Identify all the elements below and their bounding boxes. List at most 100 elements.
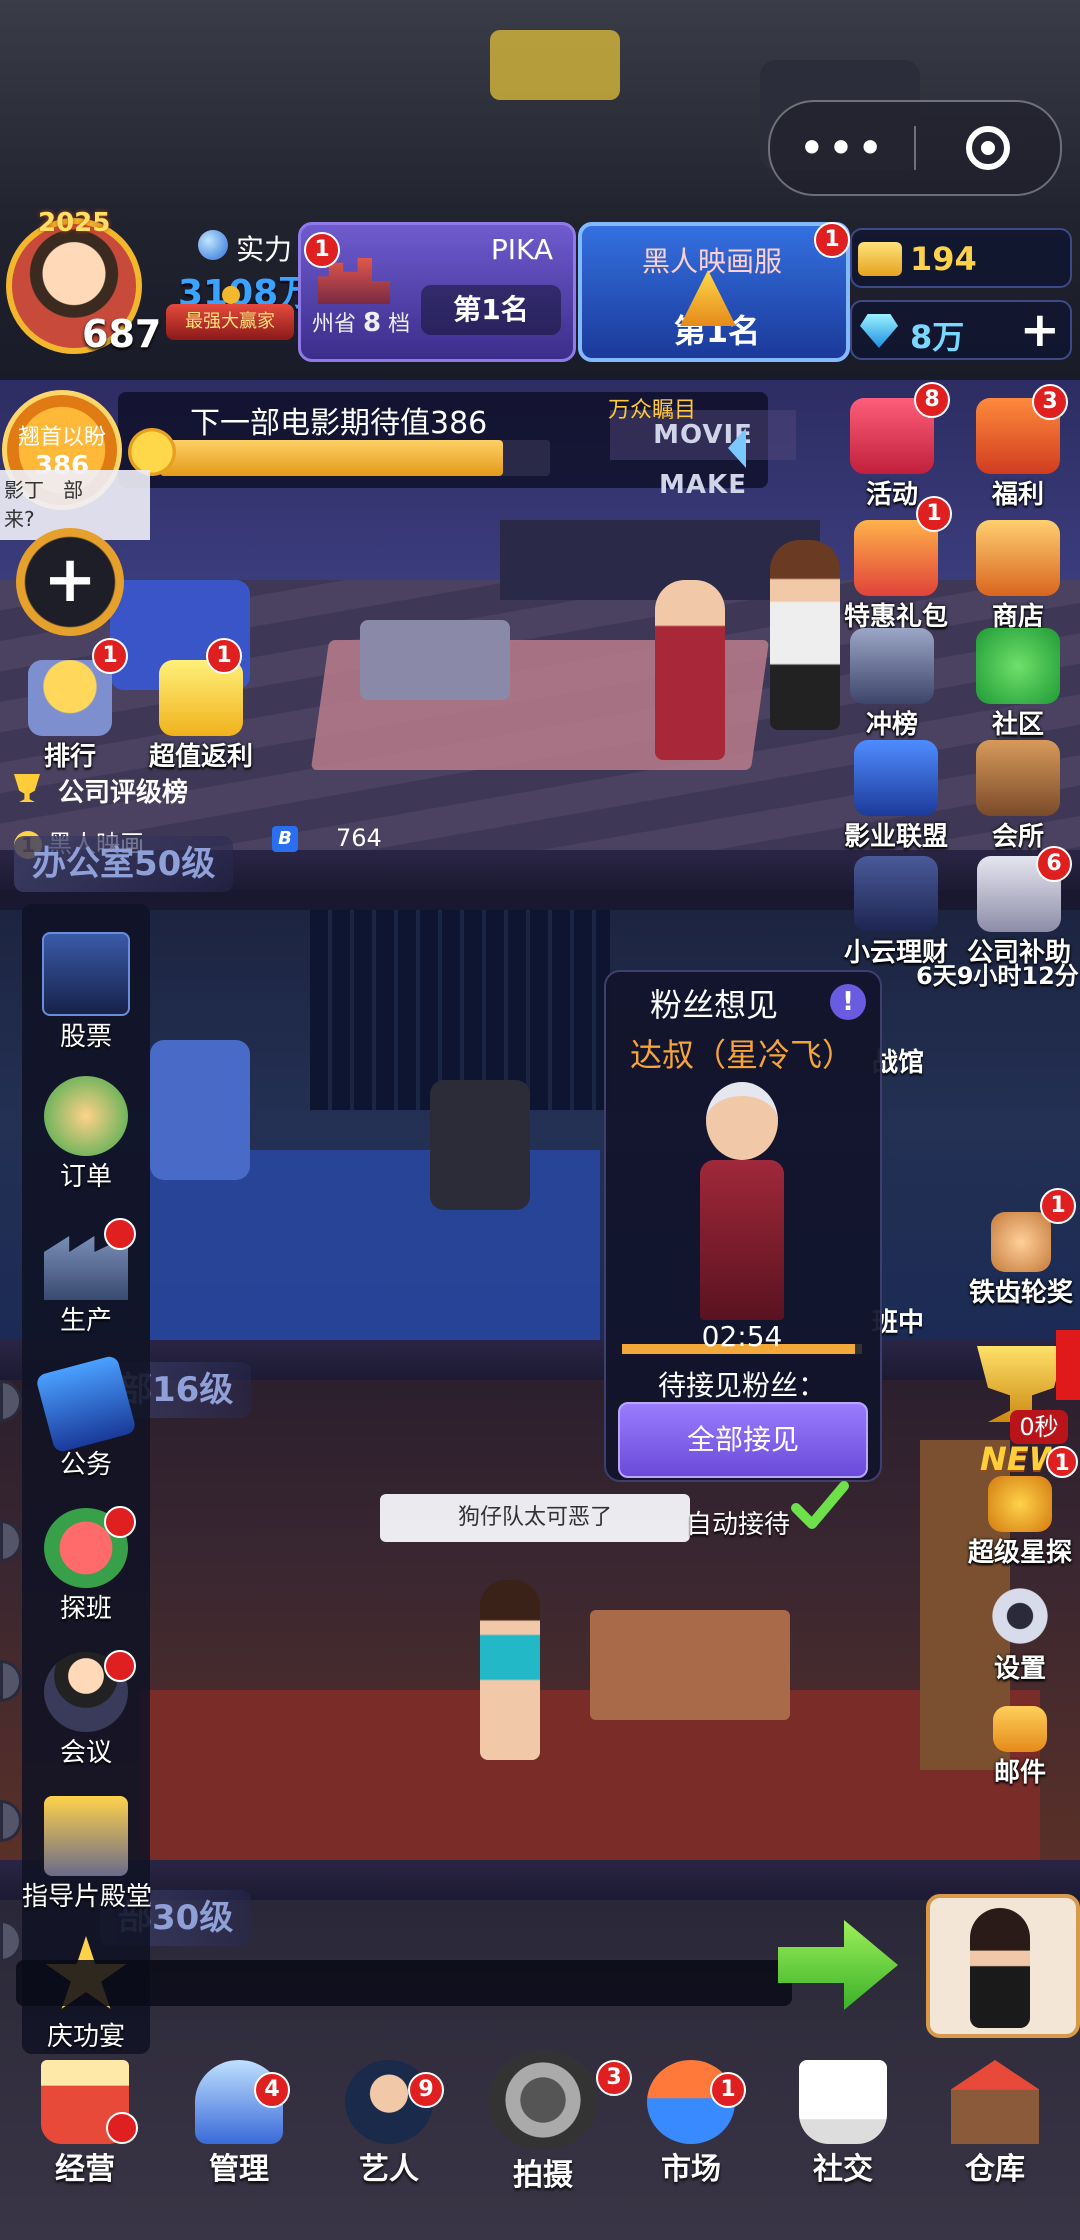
alliance-building-icon (854, 740, 938, 816)
floor-label-office: 办公室50级 (14, 836, 234, 892)
special-pack-badge: 1 (916, 496, 952, 532)
safe-icon (854, 856, 938, 932)
guide-hall-label: 指导片殿堂 (22, 1882, 153, 1912)
rush-rank-button[interactable]: 冲榜 (832, 628, 952, 741)
red-edge-tab (1056, 1330, 1080, 1400)
anticipation-circle-label: 翘首以盼 (17, 425, 106, 450)
coffee-cup-icon (799, 2060, 887, 2144)
collapse-arrow-icon[interactable] (728, 428, 746, 468)
server-badge: 1 (814, 222, 850, 258)
player-level: 687 (82, 312, 162, 356)
ranking-badge: 1 (92, 638, 128, 674)
handshake-icon (44, 1076, 128, 1156)
nav-social[interactable]: 社交 (768, 2060, 918, 2188)
info-icon[interactable]: ! (830, 984, 866, 1020)
star-scout-new-dot: 1 (1046, 1446, 1078, 1478)
ranking-label: 排行 (43, 742, 96, 772)
phone-icon (35, 1354, 137, 1454)
fan-popup-artist-name: 达叔（星冷飞） (629, 1036, 854, 1074)
province-region: 州省 (312, 312, 357, 337)
gear-lottery-button[interactable]: 铁齿轮奖 (962, 1212, 1080, 1309)
shop-button[interactable]: 商店 (958, 520, 1078, 633)
stock-menu-item[interactable]: 股票 (22, 932, 150, 1053)
warehouse-icon (951, 2060, 1039, 2144)
office-chair (430, 1080, 530, 1210)
accept-all-button[interactable]: 全部接见 (618, 1402, 868, 1478)
more-dots-icon[interactable]: ••• (770, 118, 914, 178)
gear-lottery-badge: 1 (1040, 1188, 1076, 1224)
star-scout-button[interactable]: 超级星探 (960, 1476, 1080, 1569)
office-desk (590, 1610, 790, 1720)
alliance-button[interactable]: 影业联盟 (832, 740, 960, 853)
nav-manage[interactable]: 管理 (164, 2060, 314, 2188)
diamond-counter[interactable]: 8万 + (850, 300, 1072, 360)
medal-icon (28, 660, 112, 736)
production-dot (104, 1218, 136, 1250)
close-target-button[interactable] (916, 126, 1060, 170)
celebration-label: 庆功宴 (46, 2022, 125, 2052)
community-label: 社区 (991, 710, 1044, 740)
power-label: 实力 (236, 233, 293, 266)
mail-icon (993, 1706, 1047, 1752)
club-button[interactable]: 会所 (958, 740, 1078, 853)
nav-market-label: 市场 (661, 2152, 721, 2187)
fan-popup-title: 粉丝想见 (650, 986, 779, 1024)
b-points-icon: B (272, 826, 298, 852)
nav-artist-badge: 9 (408, 2072, 444, 2108)
diamond-icon (860, 314, 898, 348)
gold-counter[interactable]: 194 (850, 228, 1072, 288)
province-badge: 1 (304, 232, 340, 268)
star-scout-label: 超级星探 (967, 1538, 1072, 1568)
nav-manage-badge: 4 (254, 2072, 290, 2108)
visit-timer: 02:54 (701, 1320, 783, 1353)
rebate-label: 超值返利 (148, 742, 253, 772)
nav-social-label: 社交 (813, 2152, 873, 2187)
finance-button[interactable]: 小云理财 (832, 856, 960, 969)
nav-artist-label: 艺人 (359, 2152, 419, 2187)
special-pack-button[interactable]: 特惠礼包 (832, 520, 960, 633)
settings-button[interactable]: 设置 (960, 1584, 1080, 1685)
rebate-button[interactable]: 超值返利 (126, 660, 276, 773)
affairs-menu-item[interactable]: 公务 (22, 1354, 150, 1481)
province-tier: 州省 8 档 (312, 306, 410, 338)
province-rank: 第1名 (421, 285, 561, 335)
nav-storage[interactable]: 仓库 (920, 2060, 1070, 2188)
visit-dot (104, 1506, 136, 1538)
girl-character (480, 1580, 540, 1760)
ranking-button[interactable]: 排行 (10, 660, 130, 773)
chat-icon (976, 628, 1060, 704)
artist-head (706, 1082, 778, 1160)
meeting-label: 会议 (59, 1738, 112, 1768)
nav-market[interactable]: 市场 (616, 2060, 766, 2188)
company-rating-label[interactable]: 公司评级榜 (58, 772, 188, 809)
nav-artist[interactable]: 艺人 (314, 2060, 464, 2188)
power-globe-icon (198, 230, 228, 260)
anticipation-title: 下一部电影期待值386 (190, 398, 487, 442)
gold-value: 194 (910, 240, 977, 278)
nav-market-badge: 1 (710, 2072, 746, 2108)
nav-storage-label: 仓库 (965, 2152, 1025, 2187)
secretary-portrait-button[interactable] (926, 1894, 1080, 2038)
mail-button[interactable]: 邮件 (960, 1706, 1080, 1789)
info-strip (16, 1960, 792, 2006)
gear-lottery-label: 铁齿轮奖 (968, 1278, 1073, 1308)
order-menu-item[interactable]: 订单 (22, 1076, 150, 1193)
artist-portrait (682, 1082, 802, 1322)
nav-shoot[interactable]: 拍摄 (468, 2050, 618, 2194)
add-button[interactable]: + (16, 528, 124, 636)
subsidy-badge: 6 (1036, 846, 1072, 882)
anticipation-title-value: 386 (430, 406, 488, 441)
checkmark-icon[interactable] (790, 1476, 850, 1536)
auto-receive-label[interactable]: 自动接待 (686, 1504, 790, 1541)
miniprogram-capsule: ••• (768, 100, 1062, 196)
shop-icon (976, 520, 1060, 596)
add-diamond-button[interactable]: + (1020, 302, 1060, 358)
community-button[interactable]: 社区 (958, 628, 1078, 741)
star-scout-icon (988, 1476, 1052, 1532)
clapperboard-icon (850, 628, 934, 704)
crowd-tag: 万众瞩目 (608, 398, 697, 423)
stock-chart-icon (42, 932, 130, 1016)
guide-hall-menu-item[interactable]: 指导片殿堂 (22, 1796, 153, 1913)
province-tier-unit: 档 (388, 312, 411, 337)
blue-armchair (150, 1040, 250, 1180)
